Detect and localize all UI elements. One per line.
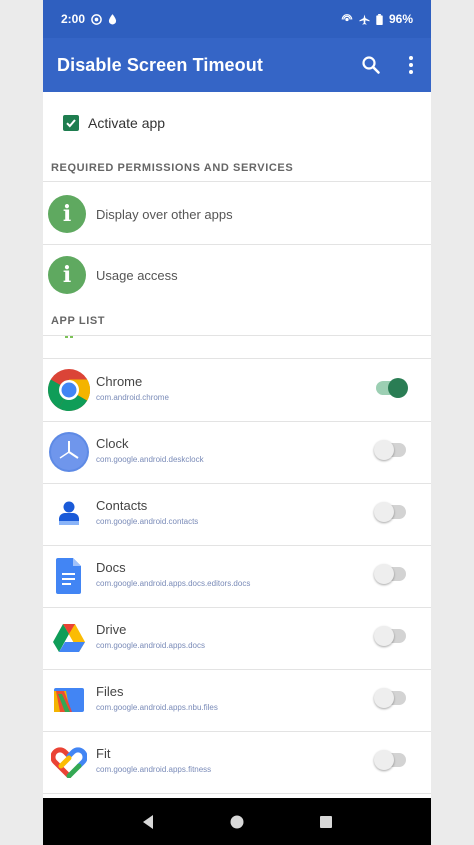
app-toggle-chrome[interactable] — [376, 378, 408, 398]
recents-button[interactable] — [306, 802, 346, 842]
app-toggle-drive[interactable] — [374, 626, 406, 646]
app-name: Fit — [96, 746, 111, 761]
activate-checkbox[interactable] — [63, 115, 79, 131]
app-package: com.google.android.deskclock — [96, 455, 204, 464]
app-title: Disable Screen Timeout — [57, 54, 263, 75]
divider — [43, 793, 431, 794]
app-list-header: APP LIST — [51, 315, 106, 327]
app-toggle-docs[interactable] — [374, 564, 406, 584]
status-time: 2:00 — [61, 12, 86, 26]
app-row-clock[interactable]: Clock com.google.android.deskclock — [43, 421, 431, 483]
home-button[interactable] — [217, 802, 257, 842]
recents-icon — [320, 815, 333, 828]
app-name: Drive — [96, 622, 127, 637]
activate-label: Activate app — [88, 115, 166, 131]
fit-icon — [46, 739, 92, 785]
more-vert-icon — [409, 56, 413, 74]
phone-screen: 2:00 96% Disable Screen Timeout Activate… — [43, 0, 431, 845]
hotspot-icon — [341, 13, 353, 21]
app-package: com.google.android.apps.docs.editors.doc… — [96, 579, 251, 588]
app-toggle-clock[interactable] — [374, 440, 406, 460]
permission-usage-access[interactable]: i Usage access — [43, 245, 431, 305]
app-row-chrome[interactable]: Chrome com.android.chrome — [43, 359, 431, 421]
app-row-drive[interactable]: Drive com.google.android.apps.docs — [43, 607, 431, 669]
app-row-fit[interactable]: Fit com.google.android.apps.fitness — [43, 731, 431, 793]
app-name: Clock — [96, 436, 129, 451]
check-icon — [66, 119, 76, 128]
search-button[interactable] — [351, 45, 391, 85]
activate-app-row[interactable]: Activate app — [43, 92, 431, 154]
back-icon — [142, 814, 153, 829]
app-package: com.google.android.contacts — [96, 517, 199, 526]
drive-icon — [46, 615, 92, 661]
chrome-icon — [46, 367, 92, 413]
app-name: Files — [96, 684, 124, 699]
status-bar: 2:00 96% — [43, 0, 431, 38]
app-package: com.android.chrome — [96, 393, 169, 402]
app-package: com.google.android.apps.docs — [96, 641, 205, 650]
app-row-files[interactable]: Files com.google.android.apps.nbu.files — [43, 669, 431, 731]
app-bar: Disable Screen Timeout — [43, 38, 431, 92]
navigation-bar — [43, 798, 431, 845]
battery-icon — [376, 13, 383, 25]
app-package: com.google.android.apps.fitness — [96, 765, 212, 774]
permission-label: Usage access — [96, 267, 178, 283]
app-name: Contacts — [96, 498, 148, 513]
permissions-header: REQUIRED PERMISSIONS AND SERVICES — [51, 162, 294, 174]
battery-percent: 96% — [388, 12, 413, 26]
search-icon — [362, 56, 380, 74]
info-icon: i — [48, 256, 86, 294]
app-toggle-files[interactable] — [374, 688, 406, 708]
clock-icon — [46, 429, 92, 475]
app-row[interactable] — [43, 336, 431, 354]
app-name: Docs — [96, 560, 126, 575]
permission-display-over-apps[interactable]: i Display over other apps — [43, 184, 431, 244]
app-row-docs[interactable]: Docs com.google.android.apps.docs.editors… — [43, 545, 431, 607]
docs-icon — [46, 553, 92, 599]
app-package: com.google.android.apps.nbu.files — [96, 703, 218, 712]
notification-icon — [91, 13, 102, 25]
overflow-menu-button[interactable] — [391, 45, 431, 85]
airplane-icon — [359, 13, 370, 25]
files-icon — [46, 677, 92, 723]
app-toggle-contacts[interactable] — [374, 502, 406, 522]
divider — [43, 181, 431, 182]
android-icon — [46, 336, 92, 346]
permission-label: Display over other apps — [96, 206, 233, 222]
home-icon — [230, 815, 244, 828]
info-icon: i — [48, 195, 86, 233]
contacts-icon — [46, 491, 92, 537]
app-list[interactable]: Chrome com.android.chrome Clock com.google… — [43, 336, 431, 798]
back-button[interactable] — [128, 802, 168, 842]
app-toggle-fit[interactable] — [374, 750, 406, 770]
app-row-contacts[interactable]: Contacts com.google.android.contacts — [43, 483, 431, 545]
app-name: Chrome — [96, 374, 143, 389]
drop-icon — [108, 13, 117, 24]
